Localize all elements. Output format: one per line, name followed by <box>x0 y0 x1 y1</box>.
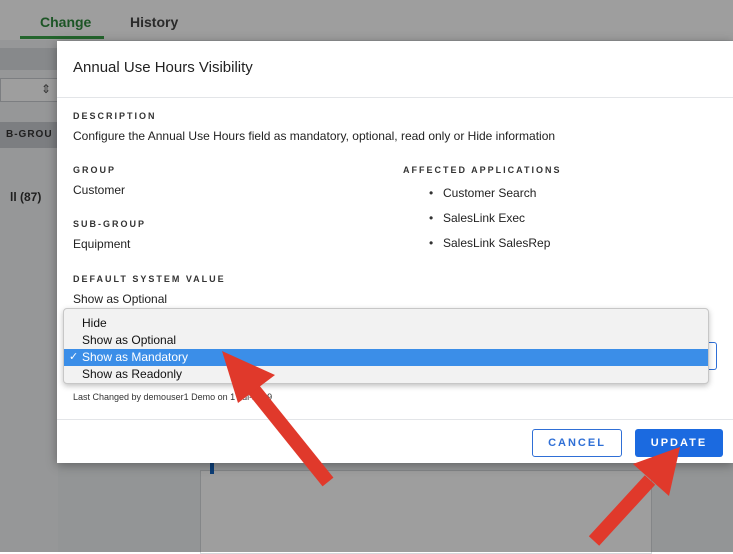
description-label: DESCRIPTION <box>73 111 157 121</box>
dropdown-option-label: Show as Readonly <box>82 367 183 381</box>
dropdown-option-label: Hide <box>82 316 107 330</box>
footer-divider <box>57 419 733 420</box>
list-item: SalesLink SalesRep <box>427 236 550 261</box>
group-value: Customer <box>73 183 126 197</box>
update-button[interactable]: UPDATE <box>635 429 723 457</box>
subgroup-value: Equipment <box>73 237 131 251</box>
cancel-button[interactable]: CANCEL <box>532 429 622 457</box>
dropdown-option-mandatory[interactable]: ✓ Show as Mandatory <box>64 349 708 366</box>
list-item: SalesLink Exec <box>427 211 550 236</box>
group-label: GROUP <box>73 165 117 175</box>
dropdown-option-label: Show as Mandatory <box>82 350 189 364</box>
dropdown-option-hide[interactable]: Hide <box>64 315 708 332</box>
modal-header: Annual Use Hours Visibility <box>57 41 733 98</box>
list-item: Customer Search <box>427 186 550 211</box>
modal-title: Annual Use Hours Visibility <box>73 59 253 76</box>
dropdown-option-optional[interactable]: Show as Optional <box>64 332 708 349</box>
default-system-value: Show as Optional <box>73 292 168 306</box>
affected-applications-list: Customer Search SalesLink Exec SalesLink… <box>427 186 550 261</box>
default-system-value-label: DEFAULT SYSTEM VALUE <box>73 274 226 284</box>
description-text: Configure the Annual Use Hours field as … <box>73 129 556 143</box>
dropdown-option-readonly[interactable]: Show as Readonly <box>64 366 708 383</box>
affected-applications-label: AFFECTED APPLICATIONS <box>403 165 562 175</box>
dropdown-option-label: Show as Optional <box>82 333 177 347</box>
check-icon: ✓ <box>69 351 79 363</box>
visibility-modal: Annual Use Hours Visibility DESCRIPTION … <box>57 41 733 463</box>
last-changed-text: Last Changed by demouser1 Demo on 1 Jul-… <box>73 392 273 402</box>
subgroup-label: SUB-GROUP <box>73 219 147 229</box>
visibility-dropdown-menu: Hide Show as Optional ✓ Show as Mandator… <box>63 308 709 384</box>
